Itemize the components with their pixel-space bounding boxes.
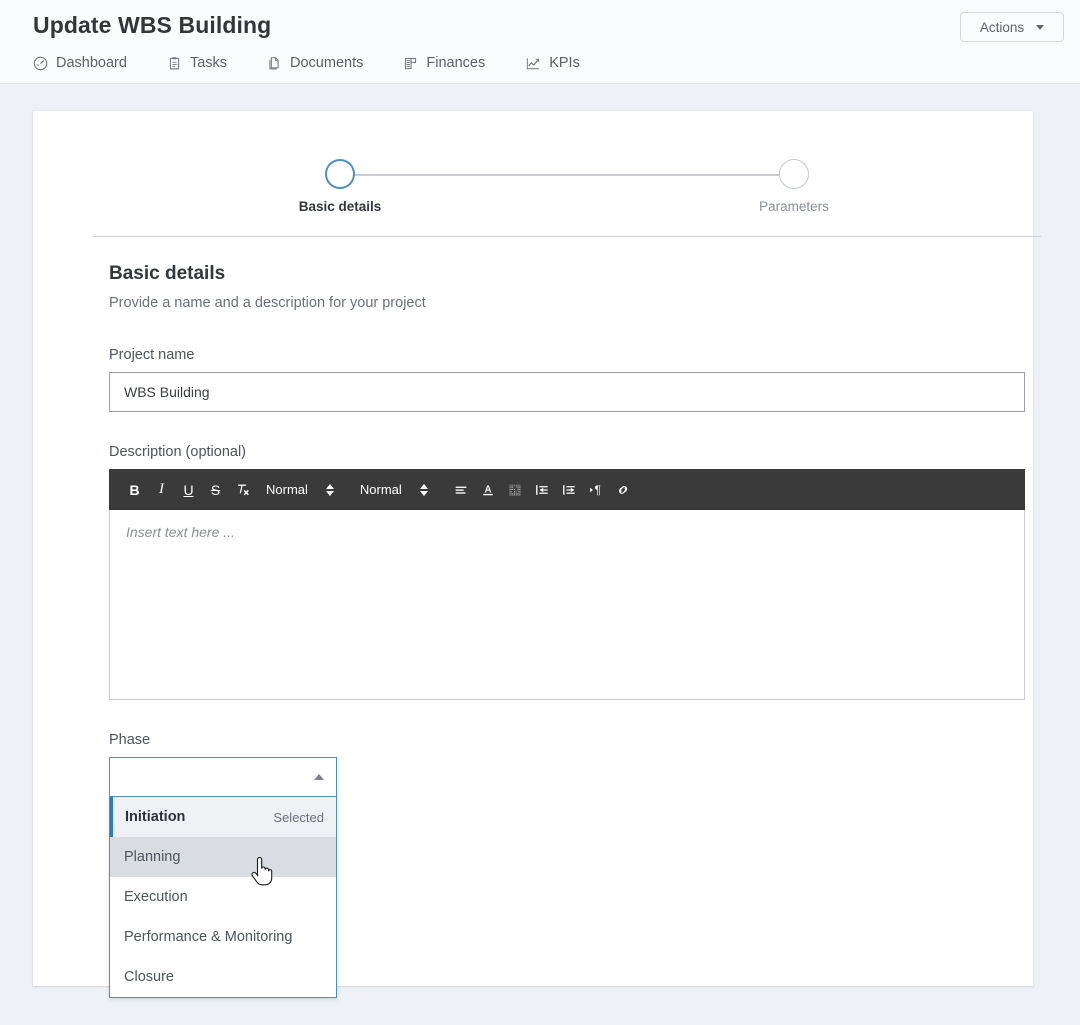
stepper-dot-active (325, 159, 355, 189)
wizard-card: Basic details Parameters Basic details P… (33, 111, 1041, 998)
font-style-value: Normal (266, 482, 308, 497)
description-placeholder: Insert text here ... (126, 524, 235, 540)
bold-button[interactable]: B (121, 476, 148, 503)
phase-option-label: Execution (124, 889, 188, 905)
italic-button[interactable]: I (148, 476, 175, 503)
nav-tab-kpis[interactable]: KPIs (525, 52, 580, 74)
phase-select-trigger[interactable] (109, 757, 337, 797)
svg-text:A: A (512, 485, 519, 496)
font-style-select[interactable]: Normal (260, 482, 340, 497)
nav-tab-dashboard[interactable]: Dashboard (33, 52, 127, 74)
description-label: Description (optional) (109, 444, 247, 460)
indent-icon[interactable] (556, 476, 583, 503)
phase-option-closure[interactable]: Closure (110, 957, 336, 997)
link-icon[interactable] (610, 476, 637, 503)
section-subtitle: Provide a name and a description for you… (109, 295, 426, 311)
kpi-trend-icon (525, 56, 541, 71)
clear-formatting-icon[interactable] (229, 476, 256, 503)
phase-option-performance-monitoring[interactable]: Performance & Monitoring (110, 917, 336, 957)
nav-tab-tasks[interactable]: Tasks (167, 52, 227, 74)
stepper-label-parameters: Parameters (759, 199, 829, 214)
chevron-down-icon (1036, 24, 1045, 30)
outdent-icon[interactable] (529, 476, 556, 503)
chevron-up-icon (314, 774, 324, 780)
phase-option-execution[interactable]: Execution (110, 877, 336, 917)
phase-option-label: Performance & Monitoring (124, 929, 293, 945)
font-size-select[interactable]: Normal (354, 482, 434, 497)
phase-option-planning[interactable]: Planning (110, 837, 336, 877)
updown-chevron-icon (325, 483, 334, 496)
dashboard-gauge-icon (33, 56, 48, 71)
description-editor-body[interactable]: Insert text here ... (109, 510, 1025, 700)
text-color-icon[interactable]: A (475, 476, 502, 503)
phase-option-initiation[interactable]: Initiation Selected (110, 797, 336, 837)
documents-icon (267, 56, 282, 71)
phase-label: Phase (109, 732, 151, 748)
strikethrough-button[interactable]: S (202, 476, 229, 503)
nav-tab-tasks-label: Tasks (189, 55, 228, 71)
nav-tab-documents[interactable]: Documents (267, 52, 363, 74)
text-direction-icon[interactable]: ¶ (583, 476, 610, 503)
stepper-label-basic-details: Basic details (298, 199, 382, 214)
font-size-value: Normal (359, 482, 402, 497)
selected-badge: Selected (273, 809, 324, 825)
highlight-color-icon[interactable]: A (502, 476, 529, 503)
section-title: Basic details (109, 263, 226, 284)
wizard-stepper: Basic details Parameters (33, 111, 1033, 236)
nav-tab-finances[interactable]: Finances (403, 52, 485, 74)
underline-button[interactable]: U (175, 476, 202, 503)
page-title: Update WBS Building (33, 12, 272, 38)
nav-tab-dashboard-label: Dashboard (56, 55, 127, 71)
clipboard-icon (167, 56, 182, 71)
phase-select: Initiation Selected Planning Execution P… (109, 757, 337, 998)
nav-tab-finances-label: Finances (426, 55, 486, 71)
svg-text:¶: ¶ (595, 485, 601, 497)
project-name-value: WBS Building (124, 384, 210, 400)
stepper-dot-inactive (779, 159, 809, 189)
phase-option-label: Closure (124, 969, 174, 985)
updown-chevron-icon (419, 483, 428, 496)
finances-chart-icon (403, 56, 418, 71)
editor-toolbar: B I U S Normal Normal A A ¶ (109, 469, 1025, 510)
nav-tab-kpis-label: KPIs (549, 55, 580, 71)
phase-option-label: Planning (124, 849, 181, 865)
description-rich-text-editor: B I U S Normal Normal A A ¶ Insert text … (109, 469, 1025, 700)
phase-option-label: Initiation (125, 809, 186, 825)
align-left-icon[interactable] (448, 476, 475, 503)
phase-options-menu: Initiation Selected Planning Execution P… (109, 797, 337, 998)
svg-text:A: A (485, 484, 492, 495)
nav-tabs: Dashboard Tasks Documents Finances KPIs (33, 52, 620, 74)
nav-tab-documents-label: Documents (290, 55, 364, 71)
actions-button-label: Actions (979, 19, 1025, 35)
basic-details-form: Basic details Provide a name and a descr… (109, 263, 1025, 998)
actions-button[interactable]: Actions (960, 12, 1064, 42)
project-name-input[interactable]: WBS Building (109, 372, 1025, 412)
section-divider (93, 236, 1041, 237)
app-header: Update WBS Building Actions Dashboard Ta… (0, 0, 1080, 84)
project-name-label: Project name (109, 347, 195, 363)
stepper-track (340, 174, 794, 176)
